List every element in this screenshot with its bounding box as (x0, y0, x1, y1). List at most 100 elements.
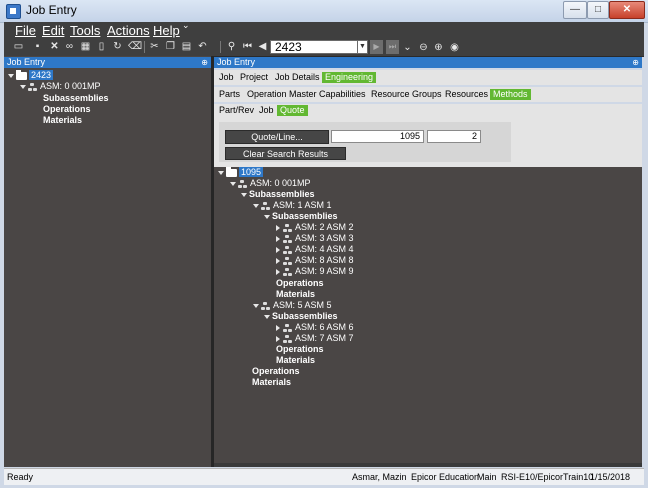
tab-job[interactable]: Job (216, 72, 237, 83)
quote-tree-materials[interactable]: Materials (252, 377, 291, 388)
quote-tree-asm5-operations[interactable]: Operations (276, 344, 324, 355)
tab-parts[interactable]: Parts (216, 89, 243, 100)
quote-tree-asm8[interactable]: ASM: 8 ASM 8 (276, 255, 354, 266)
chevron-down-icon[interactable]: ▼ (357, 40, 368, 54)
maximize-button[interactable]: □ (587, 1, 609, 19)
quote-line-button[interactable]: Quote/Line... (225, 130, 329, 144)
paste-icon[interactable]: ▤ (181, 41, 192, 52)
collapse-icon[interactable] (264, 314, 270, 319)
quote-tree-asm9[interactable]: ASM: 9 ASM 9 (276, 266, 354, 277)
search-icon[interactable]: ⚲ (226, 41, 237, 52)
collapse-icon[interactable] (241, 192, 247, 197)
quote-tree-asm5[interactable]: ASM: 5 ASM 5 (253, 300, 332, 311)
menu-help[interactable]: Help (153, 23, 180, 38)
assembly-icon (283, 267, 292, 276)
last-record-icon[interactable]: ⏭ (386, 40, 399, 54)
assembly-icon (283, 323, 292, 332)
prev-record-icon[interactable]: ◀ (257, 41, 268, 52)
assembly-icon (261, 301, 270, 310)
tab-resource-groups[interactable]: Resource Groups (368, 89, 445, 100)
quote-tree-asm3[interactable]: ASM: 3 ASM 3 (276, 233, 354, 244)
tree-operations[interactable]: Operations (43, 104, 91, 115)
home-icon[interactable]: ◉ (449, 42, 460, 53)
tab-job-details[interactable]: Job Details (272, 72, 323, 83)
key-field[interactable]: 2423 (270, 40, 358, 54)
menu-bar: File Edit Tools Actions Help ⌄ (4, 20, 644, 38)
tree-root-label: 2423 (29, 70, 54, 80)
collapse-icon[interactable] (230, 181, 236, 186)
binoculars-icon[interactable]: ∞ (64, 41, 75, 52)
grid-icon[interactable]: ▦ (80, 41, 91, 52)
refresh-icon[interactable]: ↻ (112, 41, 123, 52)
menu-actions-label: Actions (107, 23, 150, 38)
menu-edit[interactable]: Edit (42, 23, 64, 38)
tab-methods[interactable]: Methods (490, 89, 531, 100)
toolbar-overflow-icon[interactable]: ⌄ (402, 42, 413, 53)
quote-tree-asm1[interactable]: ASM: 1 ASM 1 (253, 200, 332, 211)
quote-tree-asm5-materials[interactable]: Materials (276, 355, 315, 366)
cut-icon[interactable]: ✂ (149, 41, 160, 52)
clear-search-results-button[interactable]: Clear Search Results (225, 147, 346, 160)
menu-file[interactable]: File (15, 23, 36, 38)
minimize-button[interactable]: — (563, 1, 587, 19)
forward-icon[interactable]: ⊕ (433, 42, 444, 53)
quote-tree-sub1[interactable]: Subassemblies (264, 211, 338, 222)
undo-icon[interactable]: ↶ (197, 41, 208, 52)
back-icon[interactable]: ⊖ (418, 42, 429, 53)
save-icon[interactable]: ▪ (32, 41, 43, 52)
clear-icon[interactable]: ⌫ (128, 41, 142, 52)
tab-operation-master[interactable]: Operation Master (244, 89, 320, 100)
pin-icon[interactable]: ⊕ (632, 57, 639, 68)
quote-number-field[interactable]: 1095 (331, 130, 424, 143)
expand-icon[interactable] (276, 324, 280, 331)
folder-icon (16, 69, 27, 80)
tab-resources[interactable]: Resources (442, 89, 491, 100)
menu-actions[interactable]: Actions (107, 23, 150, 38)
pin-icon[interactable]: ⊕ (201, 57, 208, 68)
expand-icon[interactable] (276, 268, 280, 275)
close-button[interactable]: ✕ (609, 1, 645, 19)
quote-tree-asm1-materials[interactable]: Materials (276, 289, 315, 300)
quote-tree-sub0[interactable]: Subassemblies (241, 189, 315, 200)
expand-icon[interactable] (276, 246, 280, 253)
quote-tree-operations[interactable]: Operations (252, 366, 300, 377)
expand-icon[interactable] (276, 235, 280, 242)
collapse-icon[interactable] (218, 170, 224, 175)
assembly-icon (283, 234, 292, 243)
tab-quote[interactable]: Quote (277, 105, 308, 116)
tree-materials[interactable]: Materials (43, 115, 82, 126)
new-icon[interactable]: ▭ (13, 41, 24, 52)
quote-tree-asm0[interactable]: ASM: 0 001MP (230, 178, 311, 189)
quote-tree-sub5[interactable]: Subassemblies (264, 311, 338, 322)
collapse-icon[interactable] (8, 73, 14, 78)
quote-line-field[interactable]: 2 (427, 130, 481, 143)
tree-root-job[interactable]: 2423 (8, 69, 54, 81)
tree-asm-node[interactable]: ASM: 0 001MP (20, 81, 101, 92)
collapse-icon[interactable] (253, 303, 259, 308)
quote-tree-asm7[interactable]: ASM: 7 ASM 7 (276, 333, 354, 344)
tab-capabilities[interactable]: Capabilities (316, 89, 369, 100)
menu-tools[interactable]: Tools (70, 23, 100, 38)
copy-icon[interactable]: ❐ (165, 41, 176, 52)
quote-tree-asm1-operations[interactable]: Operations (276, 278, 324, 289)
collapse-icon[interactable] (264, 214, 270, 219)
expand-icon[interactable] (276, 224, 280, 231)
quote-tree-asm4[interactable]: ASM: 4 ASM 4 (276, 244, 354, 255)
tree-subassemblies[interactable]: Subassemblies (43, 93, 109, 104)
tab-engineering[interactable]: Engineering (322, 72, 377, 83)
menu-overflow-icon[interactable]: ⌄ (182, 20, 190, 31)
delete-icon[interactable]: ✕ (49, 41, 60, 52)
collapse-icon[interactable] (20, 84, 26, 89)
quote-tree-asm6[interactable]: ASM: 6 ASM 6 (276, 322, 354, 333)
first-record-icon[interactable]: ⏮ (242, 41, 253, 52)
clipboard-icon[interactable]: ▯ (96, 41, 107, 52)
collapse-icon[interactable] (253, 203, 259, 208)
expand-icon[interactable] (276, 257, 280, 264)
next-record-icon[interactable]: ▶ (370, 40, 383, 54)
tab-method-job[interactable]: Job (256, 105, 277, 116)
tab-part-rev[interactable]: Part/Rev (216, 105, 257, 116)
quote-tree-asm2[interactable]: ASM: 2 ASM 2 (276, 222, 354, 233)
expand-icon[interactable] (276, 335, 280, 342)
tab-project[interactable]: Project (237, 72, 271, 83)
quote-tree-root[interactable]: 1095 (218, 166, 264, 178)
